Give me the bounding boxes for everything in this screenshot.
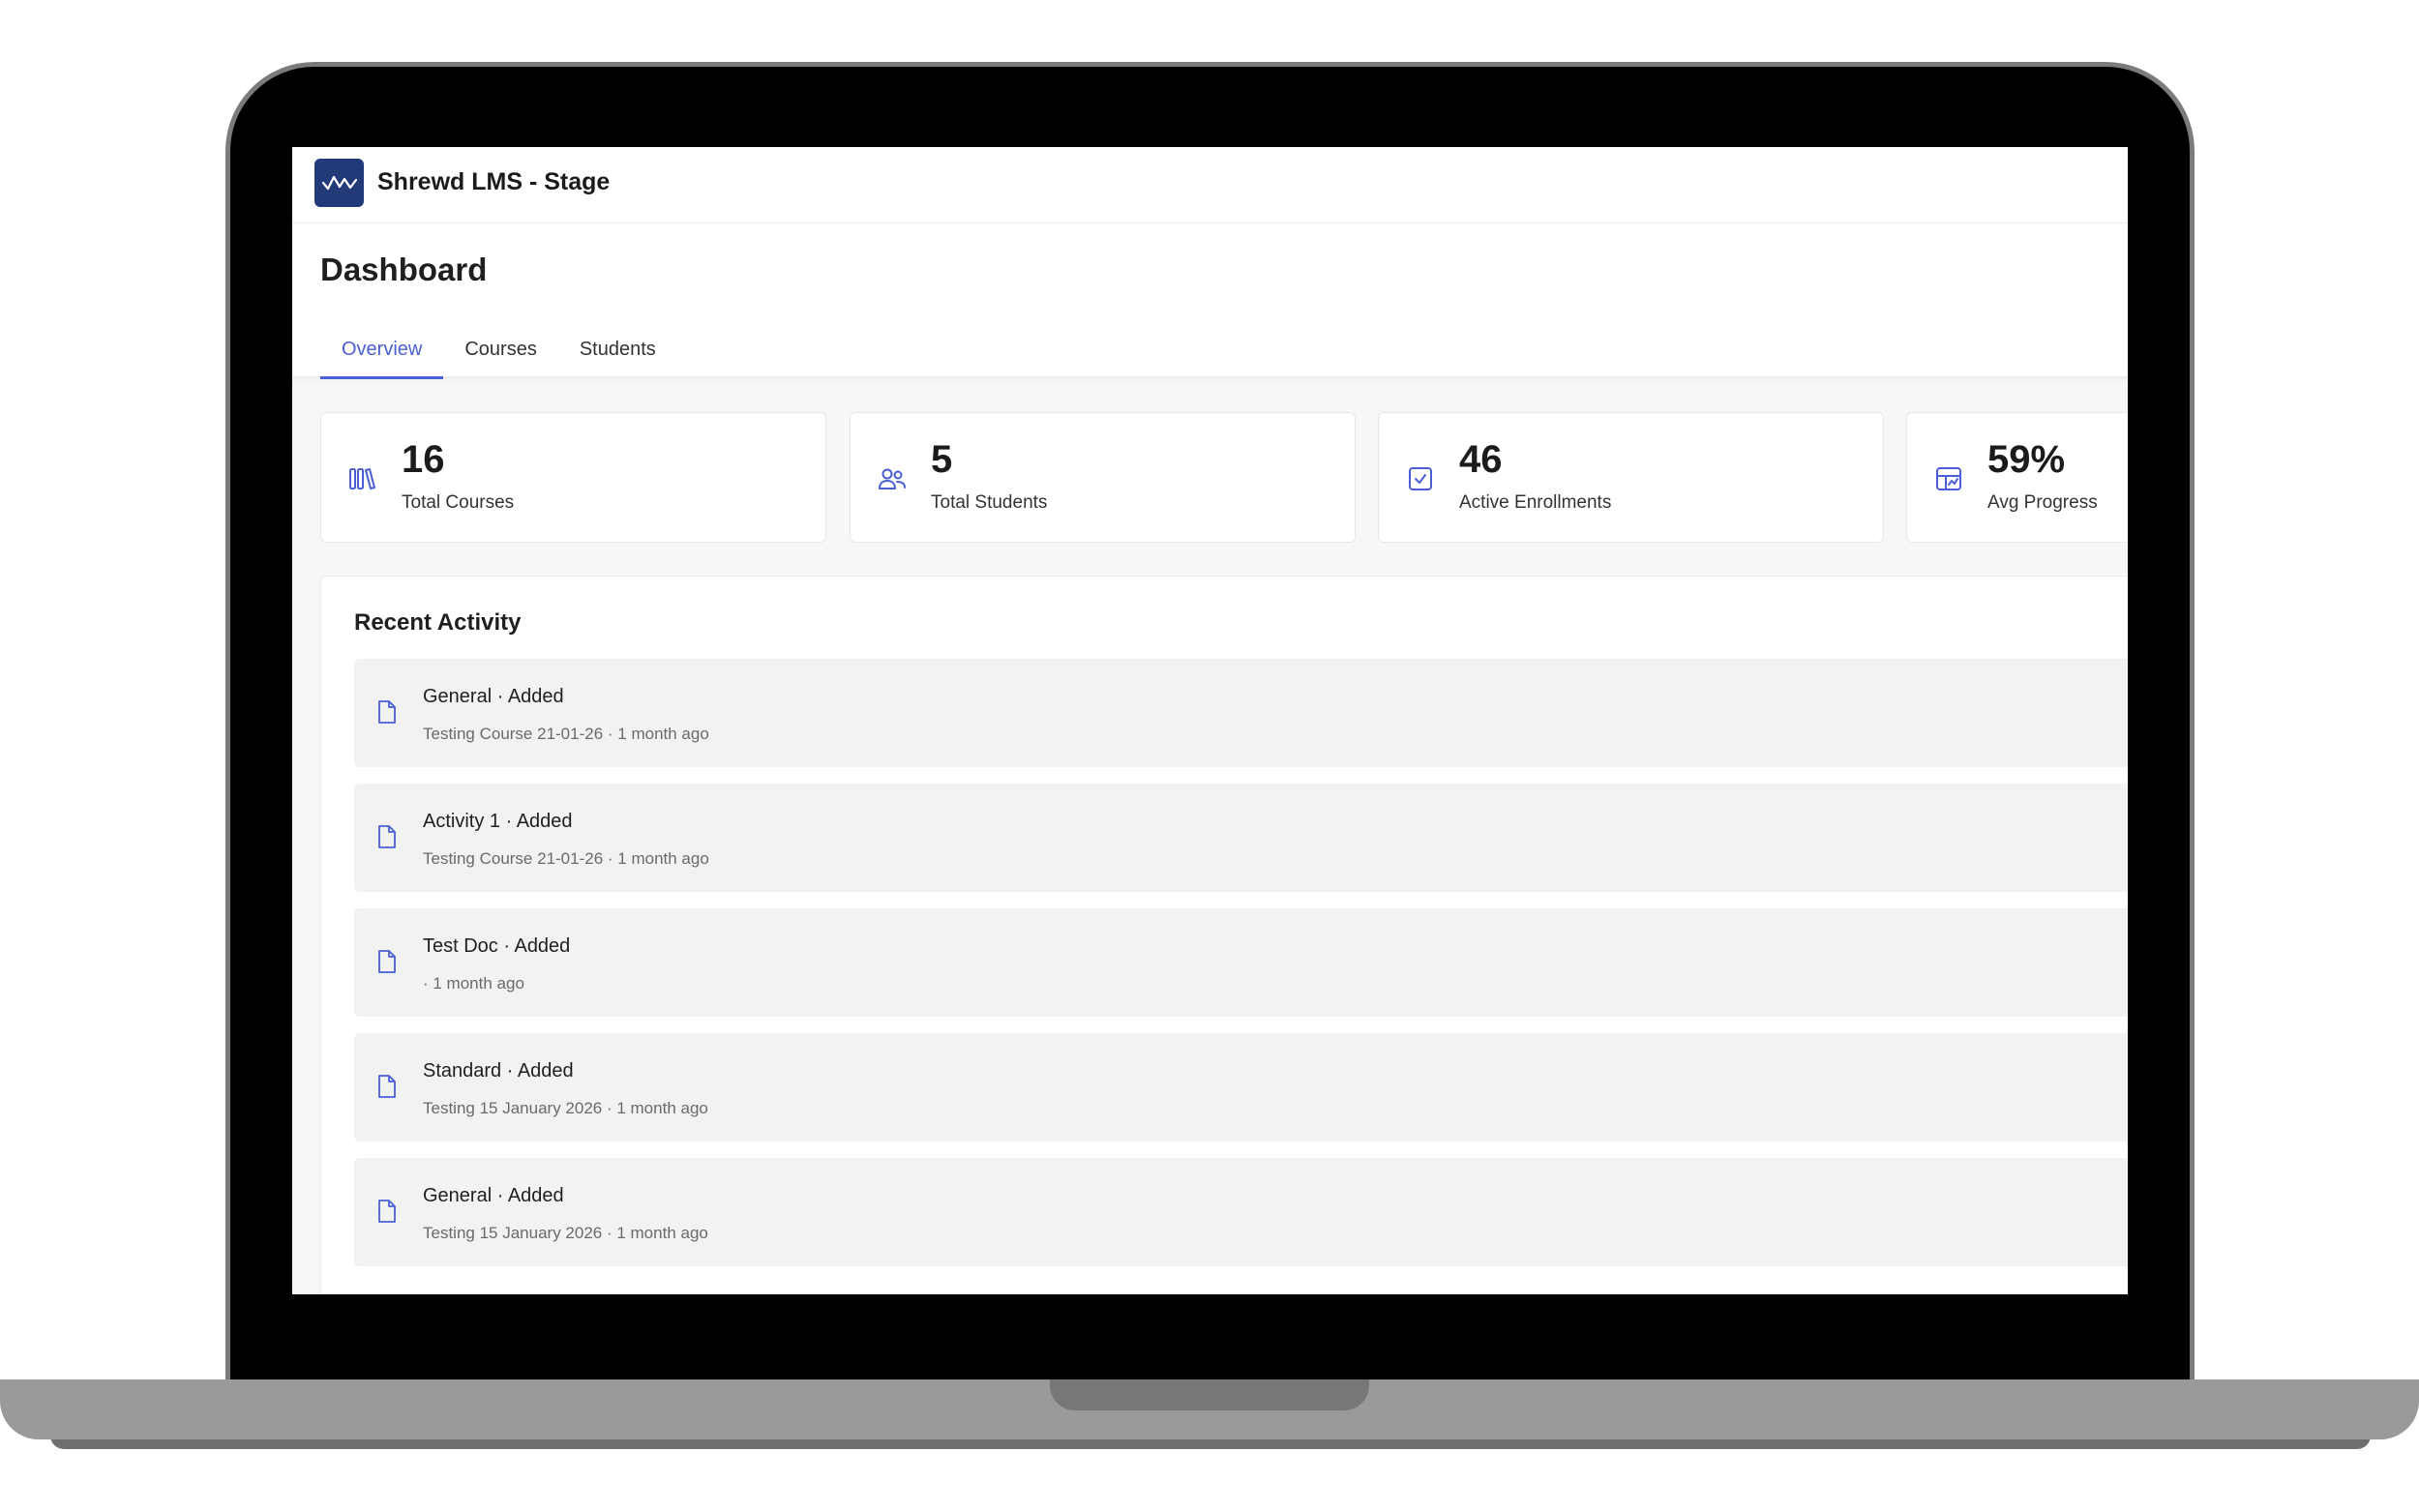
stat-label: Active Enrollments bbox=[1459, 492, 1612, 513]
document-icon bbox=[378, 950, 396, 973]
stat-label: Avg Progress bbox=[1987, 492, 2098, 513]
document-icon bbox=[378, 825, 396, 848]
activity-heading: Activity 1 · Added bbox=[423, 811, 573, 832]
tab-students[interactable]: Students bbox=[558, 331, 677, 379]
activity-meta: Testing Course 21-01-26 · 1 month ago bbox=[423, 849, 709, 868]
stat-card-total-courses: 16 Total Courses bbox=[320, 412, 826, 543]
tab-overview[interactable]: Overview bbox=[320, 331, 444, 379]
progress-chart-icon bbox=[1936, 467, 1961, 490]
stat-value: 16 bbox=[402, 438, 445, 481]
checkbox-icon bbox=[1409, 467, 1432, 490]
document-icon bbox=[378, 1075, 396, 1098]
activity-meta: Testing 15 January 2026 · 1 month ago bbox=[423, 1099, 708, 1117]
list-item[interactable]: General · Added Testing 15 January 2026 … bbox=[354, 1158, 2128, 1266]
activity-heading: General · Added bbox=[423, 1185, 564, 1206]
laptop-notch bbox=[1050, 1379, 1369, 1410]
stat-label: Total Students bbox=[931, 492, 1048, 513]
activity-list: General · Added Testing Course 21-01-26 … bbox=[354, 659, 2128, 1283]
activity-meta: Testing 15 January 2026 · 1 month ago bbox=[423, 1224, 708, 1242]
app-title: Shrewd LMS - Stage bbox=[377, 168, 611, 195]
stat-label: Total Courses bbox=[402, 492, 515, 513]
stat-value: 46 bbox=[1459, 438, 1503, 481]
activity-heading: General · Added bbox=[423, 686, 564, 707]
recent-activity-title: Recent Activity bbox=[354, 609, 522, 636]
stat-value: 59% bbox=[1987, 438, 2066, 481]
list-item[interactable]: Activity 1 · Added Testing Course 21-01-… bbox=[354, 784, 2128, 892]
stat-card-total-students: 5 Total Students bbox=[850, 412, 1356, 543]
list-item[interactable]: Standard · Added Testing 15 January 2026… bbox=[354, 1033, 2128, 1141]
waveform-logo-icon[interactable] bbox=[314, 159, 364, 207]
list-item[interactable]: Test Doc · Added · 1 month ago bbox=[354, 908, 2128, 1017]
app-header: Shrewd LMS - Stage bbox=[292, 147, 2128, 223]
tab-courses[interactable]: Courses bbox=[443, 331, 557, 379]
stat-card-active-enrollments: 46 Active Enrollments bbox=[1378, 412, 1884, 543]
library-icon bbox=[349, 468, 375, 489]
document-icon bbox=[378, 700, 396, 724]
recent-activity-panel: Recent Activity General · Added Testing … bbox=[320, 576, 2128, 1294]
users-icon bbox=[879, 468, 906, 489]
app-screen: Shrewd LMS - Stage Dashboard Overview Co… bbox=[292, 147, 2128, 1294]
stat-value: 5 bbox=[931, 438, 953, 481]
page-title: Dashboard bbox=[320, 252, 488, 287]
stat-card-avg-progress: 59% Avg Progress bbox=[1906, 412, 2128, 543]
activity-meta: Testing Course 21-01-26 · 1 month ago bbox=[423, 725, 709, 743]
activity-heading: Standard · Added bbox=[423, 1060, 574, 1082]
document-icon bbox=[378, 1200, 396, 1223]
tab-bar: Overview Courses Students bbox=[320, 331, 677, 379]
activity-heading: Test Doc · Added bbox=[423, 935, 571, 957]
activity-meta: · 1 month ago bbox=[423, 974, 524, 993]
list-item[interactable]: General · Added Testing Course 21-01-26 … bbox=[354, 659, 2128, 767]
